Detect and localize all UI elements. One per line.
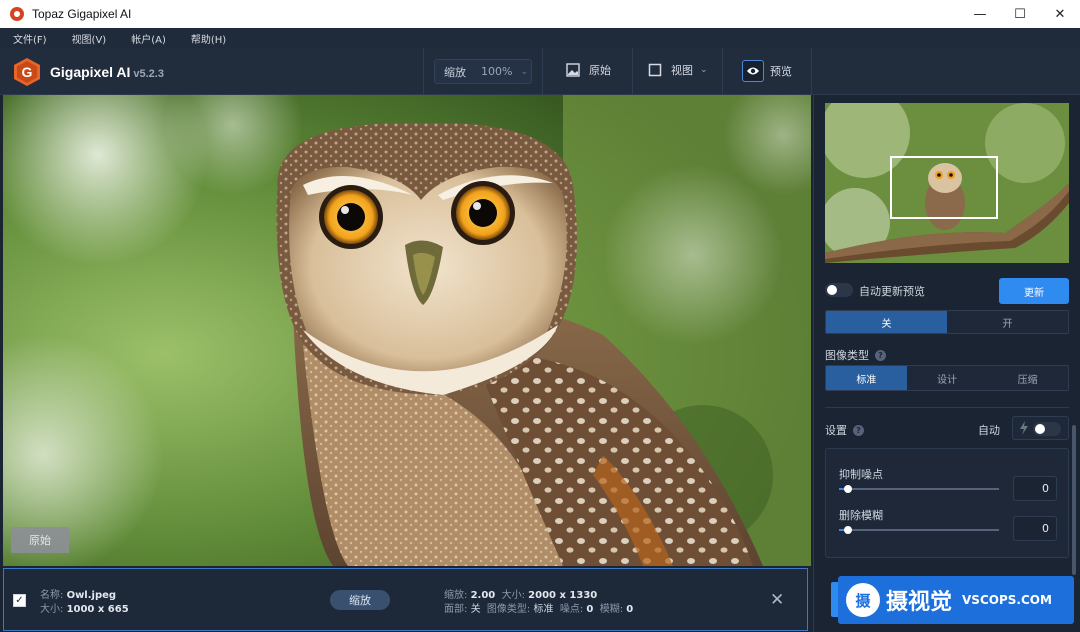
- original-label: 原始: [589, 64, 611, 77]
- zoom-dropdown[interactable]: 缩放 100% ⌄: [434, 59, 532, 84]
- auto-update-toggle[interactable]: [825, 283, 853, 297]
- owl-photo: [3, 95, 811, 566]
- navigator-thumbnail[interactable]: [825, 103, 1069, 263]
- lightning-icon: [1020, 421, 1028, 435]
- scale-badge-button[interactable]: 缩放: [330, 590, 390, 610]
- file-checkbox[interactable]: ✓: [13, 594, 26, 607]
- auto-switch: [1033, 422, 1061, 436]
- eye-icon: [742, 60, 764, 82]
- svg-text:G: G: [22, 64, 33, 80]
- image-type-design[interactable]: 设计: [906, 366, 988, 390]
- chevron-down-icon: ⌄: [700, 65, 708, 75]
- suppress-noise-input[interactable]: 0: [1013, 476, 1057, 501]
- original-toggle-button[interactable]: 原始: [566, 62, 611, 78]
- settings-heading: 设置?: [825, 422, 864, 438]
- suppress-noise-slider-handle[interactable]: [844, 485, 852, 493]
- watermark-site: VSCOPS.COM: [962, 593, 1052, 607]
- close-window-button[interactable]: ✕: [1040, 0, 1080, 28]
- image-icon: [566, 63, 580, 77]
- image-type-heading: 图像类型?: [825, 347, 886, 363]
- watermark-badge: 摄 摄视觉 VSCOPS.COM: [838, 576, 1074, 624]
- app-icon: [10, 7, 24, 21]
- toolbar: G Gigapixel AI v5.2.3 缩放 100% ⌄ 原始 视图 ⌄ 预…: [0, 48, 1080, 95]
- image-type-segmented: 标准 设计 压缩: [825, 365, 1069, 391]
- suppress-noise-track[interactable]: [839, 488, 999, 490]
- suppress-noise-label: 抑制噪点: [839, 468, 883, 481]
- menu-file[interactable]: 文件(F): [13, 31, 47, 46]
- menu-view[interactable]: 视图(V): [72, 31, 107, 46]
- face-off-option[interactable]: 关: [826, 311, 947, 333]
- file-size: 大小: 1000 x 665: [40, 604, 129, 615]
- face-on-option[interactable]: 开: [947, 311, 1068, 333]
- preview-toggle-button[interactable]: 预览: [742, 60, 792, 82]
- title-bar: Topaz Gigapixel AI — ☐ ✕: [0, 0, 1080, 28]
- help-icon[interactable]: ?: [853, 425, 864, 436]
- preview-label: 预览: [770, 65, 792, 78]
- file-name: 名称: Owl.jpeg: [40, 590, 117, 601]
- view-dropdown[interactable]: 视图 ⌄: [648, 62, 708, 78]
- menu-bar: 文件(F) 视图(V) 帐户(A) 帮助(H): [0, 28, 1080, 48]
- image-viewer[interactable]: [3, 95, 811, 566]
- output-scale-size: 缩放: 2.00 大小: 2000 x 1330: [444, 590, 598, 601]
- remove-blur-track[interactable]: [839, 529, 999, 531]
- app-version: v5.2.3: [133, 68, 164, 80]
- auto-label: 自动: [978, 424, 1000, 437]
- image-type-compressed[interactable]: 压缩: [987, 366, 1068, 390]
- view-label: 视图: [671, 64, 693, 77]
- window-title: Topaz Gigapixel AI: [32, 7, 132, 21]
- face-refine-segmented: 关 开: [825, 310, 1069, 334]
- file-item-row[interactable]: ✓ 名称: Owl.jpeg 大小: 1000 x 665 缩放 缩放: 2.0…: [3, 568, 808, 631]
- menu-help[interactable]: 帮助(H): [191, 31, 226, 46]
- right-panel: 自动更新预览 更新 关 开 图像类型? 标准 设计 压缩 设置? 自动 抑制噪点…: [813, 95, 1080, 632]
- remove-blur-slider-handle[interactable]: [844, 526, 852, 534]
- original-hold-button[interactable]: 原始: [11, 527, 69, 553]
- minimize-button[interactable]: —: [960, 0, 1000, 28]
- panel-scrollbar[interactable]: [1072, 425, 1076, 575]
- watermark-text: 摄视觉: [886, 590, 953, 615]
- auto-settings-toggle[interactable]: [1012, 416, 1069, 440]
- zoom-label: 缩放: [444, 65, 466, 79]
- update-button[interactable]: 更新: [999, 278, 1069, 304]
- output-settings-summary: 面部: 关 图像类型: 标准 噪点: 0 模糊: 0: [444, 604, 634, 615]
- chevron-down-icon: ⌄: [520, 66, 528, 77]
- auto-update-label: 自动更新预览: [859, 285, 925, 298]
- maximize-button[interactable]: ☐: [1000, 0, 1040, 28]
- image-type-standard[interactable]: 标准: [826, 366, 907, 390]
- menu-account[interactable]: 帐户(A): [131, 31, 166, 46]
- remove-file-icon[interactable]: ✕: [770, 590, 784, 610]
- remove-blur-label: 删除模糊: [839, 509, 883, 522]
- remove-blur-input[interactable]: 0: [1013, 516, 1057, 541]
- help-icon[interactable]: ?: [875, 350, 886, 361]
- square-view-icon: [648, 63, 662, 77]
- zoom-value: 100%: [481, 65, 513, 78]
- settings-card: 抑制噪点 0 删除模糊 0: [825, 448, 1069, 558]
- navigator-viewport-frame[interactable]: [890, 156, 998, 219]
- watermark-logo-icon: 摄: [846, 583, 880, 617]
- gigapixel-logo-icon: G: [14, 58, 40, 86]
- app-brand: Gigapixel AI v5.2.3: [50, 64, 164, 80]
